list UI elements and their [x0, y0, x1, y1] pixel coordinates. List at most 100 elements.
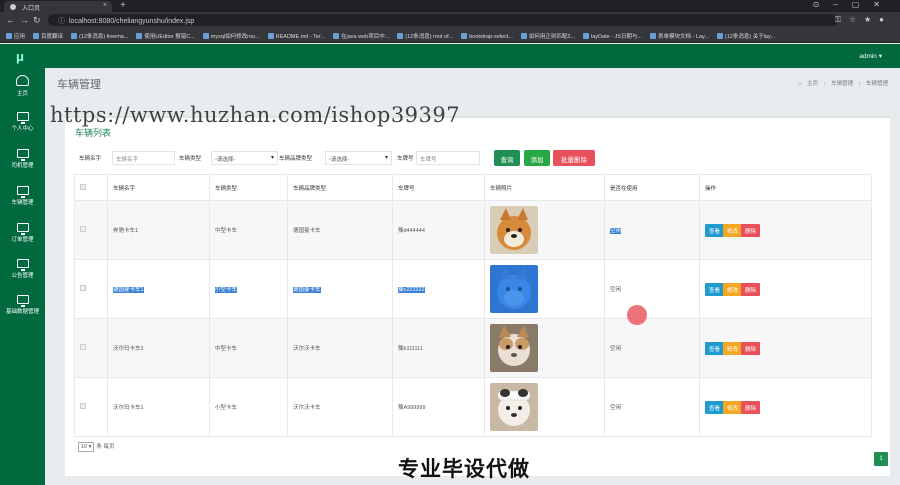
- edit-button[interactable]: 修改: [723, 341, 743, 355]
- monitor-icon: [16, 259, 29, 271]
- site-info-icon[interactable]: ⓘ: [58, 18, 65, 25]
- bandaged-dog-photo: [490, 383, 538, 431]
- search-button[interactable]: 查询: [494, 150, 520, 166]
- bookmark-item[interactable]: 在java web项目中...: [333, 32, 389, 40]
- vehicle-brand-select[interactable]: -请选择-: [325, 151, 392, 165]
- tab-close-icon[interactable]: ×: [103, 2, 107, 9]
- vehicle-name-cell: 德国曼卡车1: [107, 259, 210, 319]
- new-tab-icon[interactable]: +: [120, 0, 126, 11]
- column-header: 车辆照片: [484, 174, 605, 201]
- breadcrumb-separator: ›: [823, 81, 826, 87]
- bookmark-icon: [461, 33, 468, 39]
- sidebar-item-notices[interactable]: 公告管理: [0, 255, 45, 291]
- bookmark-item[interactable]: 表单模块文档 - Lay...: [650, 32, 709, 40]
- vehicle-name-cell: 沃尔玛卡车2: [107, 318, 210, 378]
- vehicle-type-cell: 中型卡车: [209, 318, 288, 378]
- row-checkbox[interactable]: [80, 226, 86, 232]
- breadcrumb-item[interactable]: 主页: [807, 81, 818, 87]
- sidebar-item-base-data[interactable]: 基础数据管理: [0, 291, 45, 327]
- user-menu[interactable]: admin ▾: [859, 52, 882, 60]
- bookmark-item[interactable]: (12条消息) freema...: [70, 32, 128, 40]
- vehicle-type-select[interactable]: -请选择-: [211, 151, 278, 165]
- bookmark-item[interactable]: layDate - JS日期与...: [583, 32, 642, 40]
- bookmarks-bar: 应用 百度翻译 (12条消息) freema... 使用UEditor 报错C.…: [0, 29, 900, 43]
- photo-cell: [484, 200, 605, 260]
- vehicle-list-card: 车辆列表 车辆名字 车辆名字 车辆类型 -请选择- 车辆品牌类型 -请选择- 车…: [65, 116, 890, 476]
- view-button[interactable]: 查看: [705, 341, 725, 355]
- select-all-cell: [74, 174, 108, 201]
- bookmark-icon: [6, 33, 12, 39]
- view-button[interactable]: 查看: [705, 400, 725, 414]
- sidebar-item-label: 公告管理: [11, 273, 34, 279]
- page-size-select[interactable]: 10 ▾: [78, 442, 95, 452]
- sidebar-item-label: 司机管理: [11, 163, 34, 169]
- breadcrumb-item[interactable]: 车辆管理: [831, 81, 853, 87]
- shiba-dog-photo-selected: [490, 265, 538, 313]
- delete-button[interactable]: 删除: [741, 223, 761, 237]
- monitor-icon: [16, 295, 29, 307]
- status-cell: 空闲: [604, 318, 700, 378]
- bookmark-icon: [267, 33, 274, 39]
- batch-delete-button[interactable]: 批量删除: [553, 150, 595, 166]
- vehicle-brand-cell: 德国曼卡车: [287, 200, 393, 260]
- bookmark-item[interactable]: mysql如何修改roo...: [202, 32, 260, 40]
- bookmark-item[interactable]: 应用: [6, 32, 25, 40]
- delete-button[interactable]: 删除: [741, 341, 761, 355]
- column-header: 操作: [699, 174, 872, 201]
- reload-icon[interactable]: ↻: [33, 15, 41, 26]
- tab-favicon-icon: [10, 4, 16, 10]
- delete-button[interactable]: 删除: [741, 400, 761, 414]
- per-page-label: 条 每页: [96, 444, 115, 450]
- table-header-row: 车辆名字 车辆类型 车辆品牌类型 车牌号 车辆照片 是否在使用 操作: [74, 174, 872, 201]
- edit-button[interactable]: 修改: [723, 282, 743, 296]
- forward-icon[interactable]: →: [20, 15, 29, 25]
- plate-cell: 豫A999999: [392, 377, 485, 437]
- window-controls[interactable]: ⊙–▢✕: [813, 0, 894, 9]
- bookmark-item[interactable]: bootstrap-select...: [461, 33, 513, 40]
- edit-button[interactable]: 修改: [723, 400, 743, 414]
- column-header: 车牌号: [392, 174, 485, 201]
- breadcrumb-separator: ›: [858, 81, 861, 87]
- sidebar-item-label: 主页: [16, 91, 28, 97]
- actions-cell: 查看 修改 删除: [699, 318, 872, 378]
- back-icon[interactable]: ←: [6, 15, 15, 25]
- vehicle-name-input[interactable]: 车辆名字: [112, 151, 175, 165]
- select-all-checkbox[interactable]: [80, 183, 86, 190]
- bookmark-item[interactable]: (12条消息) 关于lay...: [716, 32, 775, 40]
- plate-number-input[interactable]: 车牌号: [416, 151, 480, 165]
- pagination-current-page[interactable]: 1: [874, 452, 888, 466]
- type-label: 车辆类型: [179, 156, 202, 162]
- view-button[interactable]: 查看: [705, 223, 725, 237]
- sidebar-item-drivers[interactable]: 司机管理: [0, 145, 45, 181]
- delete-button[interactable]: 删除: [741, 282, 761, 296]
- bookmark-icon: [202, 33, 209, 39]
- edit-button[interactable]: 修改: [723, 223, 743, 237]
- row-checkbox[interactable]: [80, 285, 86, 291]
- sidebar-item-vehicles[interactable]: 车辆管理: [0, 182, 45, 218]
- vehicle-brand-cell: 沃尔沃卡车: [287, 377, 393, 437]
- plate-cell: 豫d444444: [392, 200, 485, 260]
- bookmark-item[interactable]: 如何用正则匹配2...: [520, 32, 575, 40]
- bookmark-item[interactable]: (12条消息) root of...: [397, 32, 453, 40]
- bookmark-item[interactable]: 使用UEditor 报错C...: [136, 32, 195, 40]
- bookmark-item[interactable]: README.md - Ter...: [267, 33, 325, 40]
- browser-tab-bar: 入口页 × + ⊙–▢✕: [0, 0, 900, 12]
- sidebar-item-profile[interactable]: 个人中心: [0, 108, 45, 144]
- view-button[interactable]: 查看: [705, 282, 725, 296]
- vehicle-name-cell: 奔驰卡车1: [107, 200, 210, 260]
- url-field[interactable]: ⓘ localhost:8080/cheliangyunshu/index.jsp: [48, 14, 838, 26]
- sidebar-item-label: 基础数据管理: [5, 309, 39, 315]
- browser-tab[interactable]: 入口页 ×: [4, 1, 112, 12]
- add-button[interactable]: 添加: [524, 150, 550, 166]
- row-checkbox[interactable]: [80, 344, 86, 350]
- row-checkbox[interactable]: [80, 403, 86, 409]
- sidebar-item-orders[interactable]: 订单管理: [0, 219, 45, 255]
- home-icon: ⌂: [798, 81, 802, 87]
- bookmark-item[interactable]: 百度翻译: [32, 32, 63, 40]
- status-cell: 空闲: [604, 200, 700, 260]
- address-actions[interactable]: ⚿☆★●: [835, 15, 892, 25]
- sidebar-item-home[interactable]: 主页: [0, 72, 45, 108]
- vehicle-type-cell: 中型卡车: [209, 200, 288, 260]
- caption-text: 专业毕设代做: [398, 458, 530, 481]
- sidebar: 主页 个人中心 司机管理 车辆管理 订单管理 公告管理 基础数据管理: [0, 68, 45, 485]
